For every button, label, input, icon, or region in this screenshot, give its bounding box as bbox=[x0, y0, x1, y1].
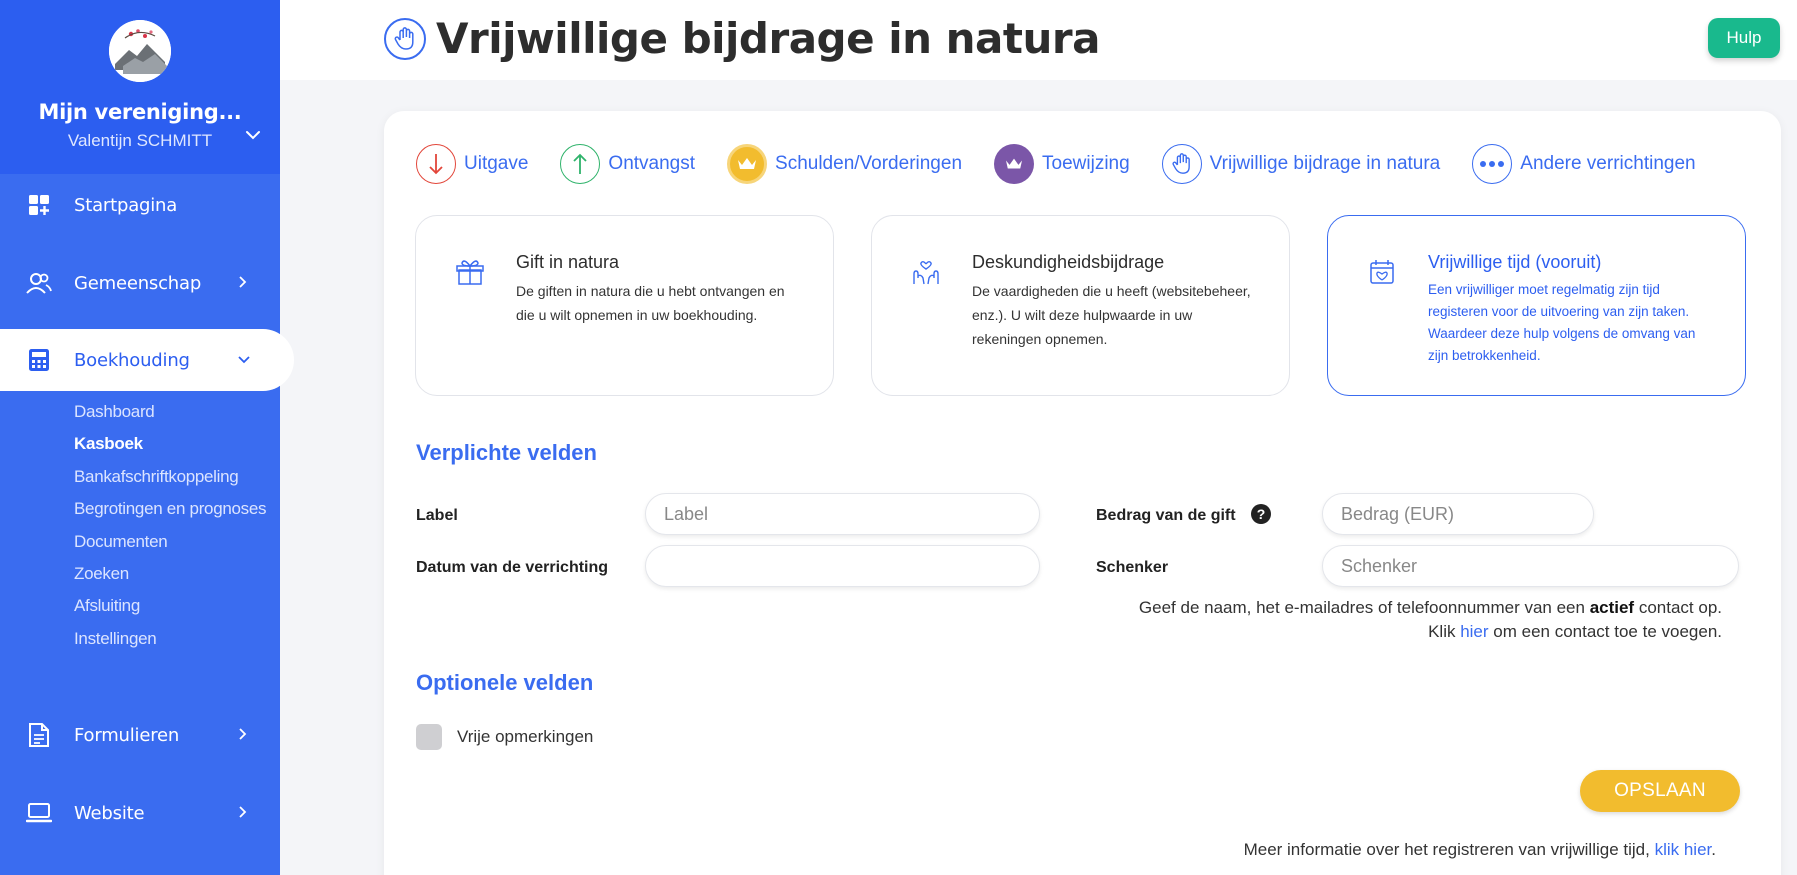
type-card-description: Een vrijwilliger moet regelmatig zijn ti… bbox=[1428, 282, 1696, 363]
sidebar-item-gemeenschap[interactable]: Gemeenschap bbox=[0, 252, 280, 314]
optional-fields-title: Optionele velden bbox=[416, 670, 594, 695]
hint-text: contact op. bbox=[1634, 598, 1722, 617]
save-button[interactable]: OPSLAAN bbox=[1580, 770, 1740, 812]
free-remarks-label: Vrije opmerkingen bbox=[457, 727, 594, 746]
subnav-documenten[interactable]: Documenten bbox=[74, 532, 266, 564]
type-card-title: Vrijwillige tijd (vooruit) bbox=[1428, 252, 1602, 272]
hand-heart-icon bbox=[384, 17, 426, 60]
footer-text: Meer informatie over het registreren van… bbox=[1243, 840, 1655, 859]
sidebar-item-label: Boekhouding bbox=[74, 349, 190, 371]
crown-icon bbox=[727, 144, 768, 184]
dashboard-icon bbox=[26, 192, 52, 218]
donor-hint: Geef de naam, het e-mailadres of telefoo… bbox=[1139, 598, 1722, 618]
amount-field-label: Bedrag van de gift bbox=[1096, 507, 1236, 524]
tab-ontvangst[interactable]: Ontvangst bbox=[560, 144, 695, 184]
subnav-kasboek[interactable]: Kasboek bbox=[74, 434, 266, 466]
laptop-icon bbox=[26, 800, 52, 826]
type-card-title: Gift in natura bbox=[516, 252, 620, 272]
sidebar-item-startpagina[interactable]: Startpagina bbox=[0, 174, 280, 236]
amount-input[interactable]: Bedrag (EUR) bbox=[1322, 493, 1594, 535]
sidebar: Mijn vereniging... Valentijn SCHMITT Sta… bbox=[0, 0, 294, 875]
sidebar-item-label: Website bbox=[74, 802, 145, 824]
footer-text: . bbox=[1711, 840, 1716, 859]
date-input[interactable] bbox=[645, 545, 1040, 587]
chevron-down-icon bbox=[238, 356, 250, 364]
chevron-right-icon bbox=[239, 806, 247, 818]
tab-label: Vrijwillige bijdrage in natura bbox=[1209, 153, 1441, 174]
gift-icon bbox=[456, 260, 484, 285]
page-header: Vrijwillige bijdrage in natura bbox=[384, 14, 1100, 63]
add-contact-link[interactable]: hier bbox=[1460, 622, 1488, 641]
subnav-bankafschriftkoppeling[interactable]: Bankafschriftkoppeling bbox=[74, 467, 266, 499]
more-info-link[interactable]: klik hier bbox=[1655, 840, 1712, 859]
help-button[interactable]: Hulp bbox=[1708, 18, 1780, 58]
type-card-vrijwillige-tijd[interactable]: Vrijwillige tijd (vooruit) Een vrijwilli… bbox=[1327, 215, 1746, 396]
tab-label: Andere verrichtingen bbox=[1520, 153, 1696, 174]
free-remarks-checkbox[interactable] bbox=[416, 724, 442, 750]
info-footer: Meer informatie over het registreren van… bbox=[1244, 840, 1716, 860]
question-icon[interactable]: ? bbox=[1251, 504, 1271, 524]
subnav-zoeken[interactable]: Zoeken bbox=[74, 564, 266, 596]
sidebar-item-website[interactable]: Website bbox=[0, 782, 280, 844]
user-name: Valentijn SCHMITT bbox=[67, 131, 213, 150]
crown-arrows-icon bbox=[994, 144, 1035, 184]
tab-toewijzing[interactable]: Toewijzing bbox=[994, 144, 1130, 184]
page-title: Vrijwillige bijdrage in natura bbox=[436, 14, 1100, 63]
accounting-subnav: Dashboard Kasboek Bankafschriftkoppeling… bbox=[74, 402, 267, 661]
calculator-icon bbox=[26, 347, 52, 373]
document-icon bbox=[26, 722, 52, 748]
donor-input[interactable]: Schenker bbox=[1322, 545, 1739, 587]
sidebar-header[interactable]: Mijn vereniging... Valentijn SCHMITT bbox=[0, 0, 280, 174]
sidebar-item-label: Formulieren bbox=[74, 724, 180, 746]
add-contact-hint: Klik hier om een contact toe te voegen. bbox=[1428, 622, 1722, 642]
calendar-heart-icon bbox=[1370, 260, 1394, 284]
chevron-right-icon bbox=[239, 276, 247, 288]
label-input[interactable]: Label bbox=[645, 493, 1040, 535]
hint-text: Geef de naam, het e-mailadres of telefoo… bbox=[1138, 598, 1590, 617]
type-card-gift-in-natura[interactable]: Gift in natura De giften in natura die u… bbox=[415, 215, 834, 396]
type-card-description: De giften in natura die u hebt ontvangen… bbox=[516, 283, 785, 323]
sidebar-item-label: Gemeenschap bbox=[74, 272, 202, 294]
tab-label: Uitgave bbox=[464, 153, 529, 174]
chevron-right-icon bbox=[239, 728, 247, 740]
tab-label: Schulden/Vorderingen bbox=[775, 153, 963, 174]
arrow-down-icon bbox=[416, 144, 456, 184]
chevron-down-icon[interactable] bbox=[242, 124, 264, 146]
label-field-label: Label bbox=[416, 507, 458, 524]
tab-schulden-vorderingen[interactable]: Schulden/Vorderingen bbox=[727, 144, 962, 184]
operation-tabs: Uitgave Ontvangst Schulden/Vorderingen T… bbox=[416, 144, 1728, 184]
tab-vrijwillige-bijdrage[interactable]: Vrijwillige bijdrage in natura bbox=[1161, 144, 1441, 184]
tab-label: Ontvangst bbox=[608, 153, 696, 174]
subnav-dashboard[interactable]: Dashboard bbox=[74, 402, 266, 434]
avatar bbox=[109, 20, 171, 82]
sidebar-item-boekhouding[interactable]: Boekhouding bbox=[0, 329, 294, 391]
donor-field-label: Schenker bbox=[1096, 559, 1169, 576]
subnav-afsluiting[interactable]: Afsluiting bbox=[74, 596, 266, 628]
type-card-deskundigheidsbijdrage[interactable]: Deskundigheidsbijdrage De vaardigheden d… bbox=[871, 215, 1290, 396]
tab-uitgave[interactable]: Uitgave bbox=[416, 144, 528, 184]
required-fields-title: Verplichte velden bbox=[416, 440, 597, 465]
date-field-label: Datum van de verrichting bbox=[416, 559, 609, 576]
tab-andere-verrichtingen[interactable]: Andere verrichtingen bbox=[1472, 144, 1696, 184]
hands-heart-icon bbox=[913, 261, 939, 285]
hint-bold: actief bbox=[1589, 598, 1635, 617]
hint-text: om een contact toe te voegen. bbox=[1488, 622, 1722, 641]
subnav-instellingen[interactable]: Instellingen bbox=[74, 629, 266, 661]
sidebar-item-formulieren[interactable]: Formulieren bbox=[0, 704, 280, 766]
sidebar-item-label: Startpagina bbox=[74, 194, 178, 216]
type-card-title: Deskundigheidsbijdrage bbox=[972, 252, 1165, 272]
org-name: Mijn vereniging... bbox=[38, 100, 242, 124]
tab-label: Toewijzing bbox=[1042, 153, 1130, 174]
users-icon bbox=[26, 270, 52, 296]
arrow-up-icon bbox=[560, 144, 601, 184]
hint-text: Klik bbox=[1428, 622, 1461, 641]
type-card-description: De vaardigheden die u heeft (websitebehe… bbox=[972, 283, 1251, 347]
hand-heart-icon bbox=[1161, 144, 1202, 184]
more-dots-icon bbox=[1472, 144, 1513, 184]
subnav-begrotingen[interactable]: Begrotingen en prognoses bbox=[74, 499, 267, 531]
